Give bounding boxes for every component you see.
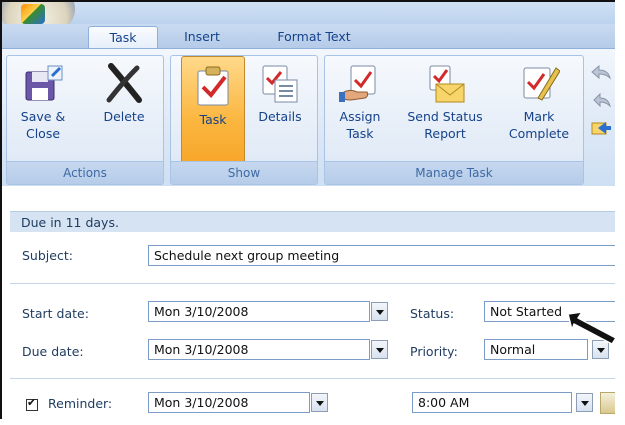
reminder-date-field[interactable]: Mon 3/10/2008 — [148, 392, 310, 413]
start-date-field[interactable]: Mon 3/10/2008 — [148, 301, 370, 322]
task-view-label: Task — [199, 112, 227, 127]
reminder-time-field[interactable]: 8:00 AM — [412, 392, 572, 413]
divider — [10, 283, 615, 284]
group-label-show: Show — [171, 161, 317, 184]
assign-task-button[interactable]: Assign Task — [329, 62, 391, 156]
bottom-margin — [0, 419, 625, 425]
task-clipboard-icon — [192, 65, 234, 107]
title-bar — [2, 2, 615, 24]
group-actions: Save & Close Delete Actions — [6, 55, 164, 185]
mark-complete-button[interactable]: Mark Complete — [499, 62, 579, 156]
send-status-report-button[interactable]: Send Status Report — [397, 62, 493, 156]
send-status-label: Send Status Report — [407, 109, 483, 141]
reminder-time-dropdown-icon[interactable] — [576, 393, 593, 412]
forward-icon[interactable] — [590, 119, 612, 137]
tab-format-text[interactable]: Format Text — [264, 26, 364, 48]
reminder-checkbox[interactable] — [26, 396, 38, 411]
start-date-dropdown-icon[interactable] — [371, 302, 388, 321]
priority-label: Priority: — [410, 344, 458, 359]
due-date-label: Due date: — [22, 344, 84, 359]
ribbon: Save & Close Delete Actions Task Details… — [2, 48, 615, 187]
assign-task-label: Assign Task — [339, 109, 381, 141]
status-label: Status: — [410, 306, 455, 321]
reminder-date-dropdown-icon[interactable] — [311, 393, 328, 412]
office-logo-icon — [21, 4, 45, 24]
tab-task[interactable]: Task — [88, 26, 158, 49]
tab-insert[interactable]: Insert — [172, 26, 232, 48]
reply-all-icon[interactable] — [590, 91, 612, 109]
subject-label: Subject: — [22, 248, 73, 263]
start-date-label: Start date: — [22, 306, 89, 321]
delete-label: Delete — [103, 109, 145, 124]
subject-input[interactable]: Schedule next group meeting — [148, 245, 615, 266]
reminder-label: Reminder: — [48, 396, 113, 411]
details-label: Details — [258, 109, 302, 124]
save-close-icon — [22, 62, 64, 104]
send-status-icon — [424, 62, 466, 104]
group-label-actions: Actions — [7, 161, 163, 184]
task-view-button[interactable]: Task — [181, 56, 245, 164]
assign-task-icon — [339, 62, 381, 104]
details-button[interactable]: Details — [249, 62, 311, 156]
group-label-manage-task: Manage Task — [325, 161, 583, 184]
divider — [10, 378, 615, 379]
due-date-field[interactable]: Mon 3/10/2008 — [148, 339, 370, 360]
delete-x-icon — [103, 62, 145, 104]
reminder-sound-icon[interactable] — [600, 392, 615, 414]
mark-complete-icon — [518, 62, 561, 104]
save-close-label: Save & Close — [20, 109, 66, 141]
reply-icon[interactable] — [590, 63, 612, 81]
right-margin — [615, 0, 625, 425]
due-date-dropdown-icon[interactable] — [371, 340, 388, 359]
outlook-task-window: Task Insert Format Text Save & Close Del… — [0, 0, 615, 421]
delete-button[interactable]: Delete — [93, 62, 155, 156]
details-icon — [259, 62, 301, 104]
save-close-button[interactable]: Save & Close — [11, 62, 75, 156]
mark-complete-label: Mark Complete — [508, 109, 570, 141]
group-manage-task: Assign Task Send Status Report Mark Comp… — [324, 55, 584, 185]
pointer-arrow-icon — [564, 308, 615, 348]
info-bar: Due in 11 days. — [10, 211, 615, 232]
group-show: Task Details Show — [170, 55, 318, 185]
